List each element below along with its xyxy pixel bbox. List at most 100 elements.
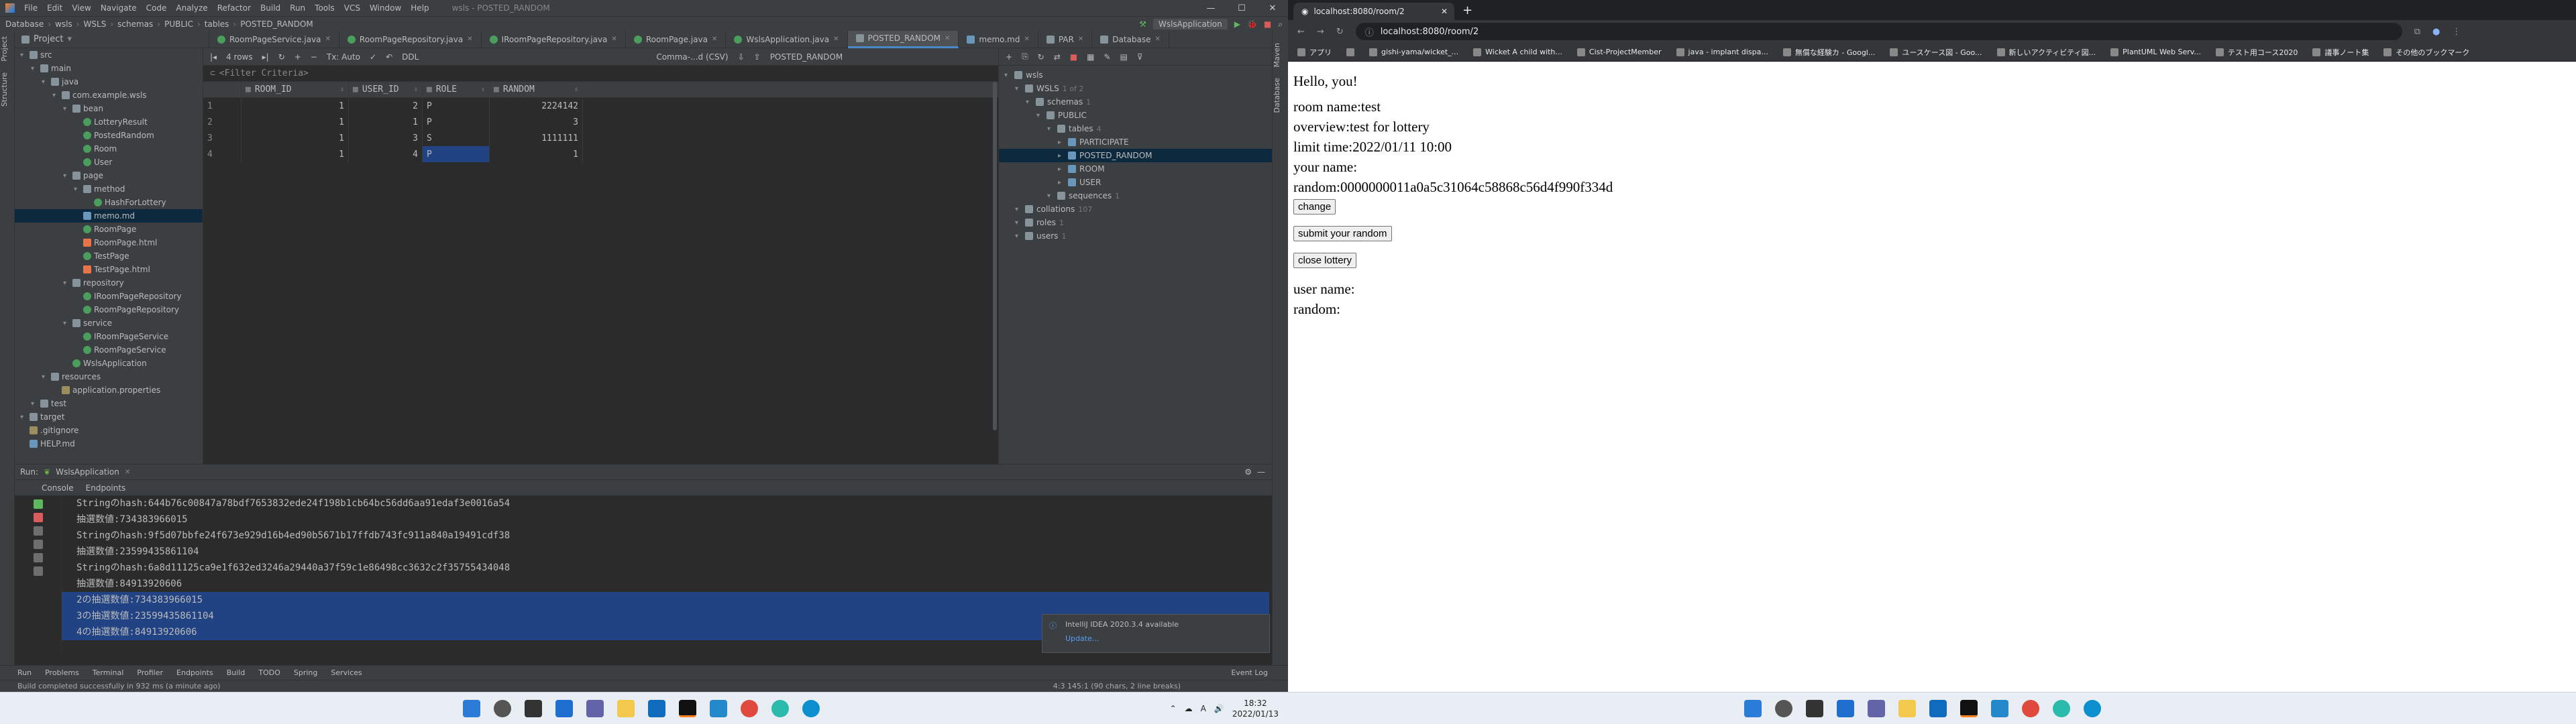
chevron-icon[interactable]: ▸ — [1058, 166, 1065, 173]
clear-icon[interactable] — [34, 566, 43, 576]
filter-criteria-input[interactable]: ⊂ <Filter Criteria> — [203, 66, 998, 82]
chrome-icon[interactable] — [741, 699, 758, 717]
extensions-icon[interactable]: ⧉ — [2414, 27, 2420, 37]
cloud-icon[interactable]: ☁ — [1185, 704, 1193, 713]
hammer-icon[interactable]: ⚒ — [1139, 19, 1146, 29]
table-cell[interactable]: 4 — [348, 146, 422, 162]
chevron-icon[interactable]: ▾ — [1015, 206, 1022, 213]
commit-icon[interactable]: ✓ — [370, 52, 376, 62]
bookmark[interactable]: Wicket A child with... — [1473, 48, 1562, 56]
close-tab-icon[interactable]: ✕ — [1024, 36, 1029, 43]
download-icon[interactable]: ⇩ — [738, 52, 745, 62]
chevron-icon[interactable]: ▾ — [1036, 112, 1043, 119]
explorer-icon[interactable] — [1898, 699, 1916, 717]
chevron-down-icon[interactable]: ▾ — [67, 34, 72, 44]
chevron-icon[interactable]: ▾ — [1004, 72, 1011, 79]
table-cell[interactable]: 1 — [241, 130, 348, 146]
table-cell[interactable]: S — [422, 130, 489, 146]
breadcrumb-item[interactable]: POSTED_RANDOM — [240, 19, 313, 29]
widgets-icon[interactable] — [1837, 699, 1854, 717]
tree-item[interactable]: HELP.md — [15, 437, 203, 450]
close-tab-icon[interactable]: ✕ — [325, 36, 331, 43]
maven-tool-tab[interactable]: Maven — [1273, 38, 1281, 72]
rerun-icon[interactable] — [34, 499, 43, 509]
tree-item[interactable]: ▾ com.example.wsls — [15, 88, 203, 102]
console-icon[interactable]: ▤ — [1120, 52, 1128, 62]
editor-tab[interactable]: IRoomPageRepository.java ✕ — [482, 30, 626, 48]
teams-icon[interactable] — [1868, 699, 1885, 717]
forward-icon[interactable]: → — [1317, 27, 1324, 37]
tree-item[interactable]: HashForLottery — [15, 196, 203, 209]
search-icon[interactable] — [494, 699, 511, 717]
search-icon[interactable] — [1775, 699, 1792, 717]
explorer-icon[interactable] — [617, 699, 635, 717]
project-tool-tab[interactable]: Project — [0, 31, 9, 67]
bookmark[interactable]: ユースケース図 - Goo... — [1890, 47, 1982, 58]
profile-icon[interactable]: ● — [2432, 27, 2440, 37]
last-page-icon[interactable]: ▸| — [262, 52, 269, 62]
run-config-select[interactable]: WslsApplication — [1152, 19, 1228, 29]
maximize-icon[interactable]: ☐ — [1226, 0, 1257, 16]
table-cell[interactable]: 1111111 — [489, 130, 583, 146]
close-tab-icon[interactable]: ✕ — [125, 469, 130, 476]
mail-icon[interactable] — [1929, 699, 1947, 717]
table-select[interactable]: POSTED_RANDOM — [770, 52, 843, 62]
run-subtab[interactable]: Console — [42, 483, 74, 493]
tool-window-tab[interactable]: Profiler — [137, 668, 163, 677]
tree-item[interactable]: ▾ service — [15, 316, 203, 330]
menu-item[interactable]: Build — [260, 3, 280, 13]
column-header[interactable]: ▦ USER_ID ⇕ — [348, 81, 422, 98]
hide-icon[interactable]: — — [1257, 467, 1265, 477]
refresh-icon[interactable]: ↻ — [1038, 52, 1044, 62]
new-tab-icon[interactable]: + — [1462, 3, 1472, 17]
chevron-icon[interactable]: ▾ — [31, 65, 38, 72]
tree-item[interactable]: Room — [15, 142, 203, 156]
chevron-icon[interactable]: ▾ — [1026, 99, 1032, 106]
editor-tab[interactable]: POSTED_RANDOM ✕ — [847, 30, 959, 48]
column-header[interactable]: ▦ RANDOM ⇕ — [489, 81, 583, 98]
tree-item[interactable]: application.properties — [15, 383, 203, 397]
menu-item[interactable]: File — [24, 3, 38, 13]
db-tree-item[interactable]: ▾ schemas 1 — [999, 95, 1272, 109]
run-subtab[interactable]: Endpoints — [86, 483, 126, 493]
close-tab-icon[interactable]: ✕ — [712, 36, 717, 43]
table-row[interactable]: 1 1 2 P 2224142 — [203, 98, 998, 114]
db-tree-item[interactable]: ▾ wsls — [999, 68, 1272, 82]
table-cell[interactable]: 2 — [348, 98, 422, 114]
print-icon[interactable] — [34, 540, 43, 549]
db-tree-item[interactable]: ▾ users 1 — [999, 229, 1272, 243]
column-header[interactable]: ▦ ROOM_ID ⇕ — [241, 81, 348, 98]
run-config-tab[interactable]: WslsApplication — [56, 467, 119, 477]
sort-icon[interactable]: ⇕ — [340, 86, 344, 93]
minimize-icon[interactable]: — — [1195, 0, 1226, 16]
tree-item[interactable]: ▾ page — [15, 169, 203, 182]
debug-icon[interactable]: 🐞 — [1247, 19, 1257, 29]
bookmark[interactable] — [1346, 48, 1354, 56]
change-button[interactable]: change — [1293, 199, 1336, 215]
db-tree-item[interactable]: ▾ WSLS 1 of 2 — [999, 82, 1272, 95]
chevron-icon[interactable]: ▸ — [1058, 139, 1065, 146]
tree-item[interactable]: IRoomPageService — [15, 330, 203, 343]
app-icon[interactable] — [771, 699, 789, 717]
editor-tab[interactable]: RoomPageService.java ✕ — [209, 30, 339, 48]
bookmark[interactable]: java - implant dispa... — [1676, 48, 1768, 56]
tree-item[interactable]: ▾ test — [15, 397, 203, 410]
close-tab-icon[interactable]: ✕ — [467, 36, 472, 43]
chevron-icon[interactable]: ▾ — [31, 400, 38, 408]
editor-tab[interactable]: memo.md ✕ — [959, 30, 1038, 48]
db-tree-item[interactable]: ▾ PUBLIC — [999, 109, 1272, 122]
start-icon[interactable] — [1744, 699, 1762, 717]
vscode-icon[interactable] — [1991, 699, 2008, 717]
event-log-button[interactable]: Event Log — [1231, 668, 1268, 677]
tree-item[interactable]: WslsApplication — [15, 357, 203, 370]
sort-icon[interactable]: ⇕ — [414, 86, 418, 93]
start-icon[interactable] — [463, 699, 480, 717]
edit-icon[interactable]: ✎ — [1104, 52, 1110, 62]
chevron-icon[interactable]: ▾ — [63, 320, 70, 327]
tool-window-tab[interactable]: Spring — [294, 668, 318, 677]
menu-item[interactable]: Window — [370, 3, 401, 13]
intellij-icon[interactable] — [679, 699, 696, 717]
bookmark[interactable]: 無償な経験カ - Googl... — [1782, 47, 1875, 58]
tool-window-tab[interactable]: TODO — [258, 668, 280, 677]
task-view-icon[interactable] — [525, 699, 542, 717]
